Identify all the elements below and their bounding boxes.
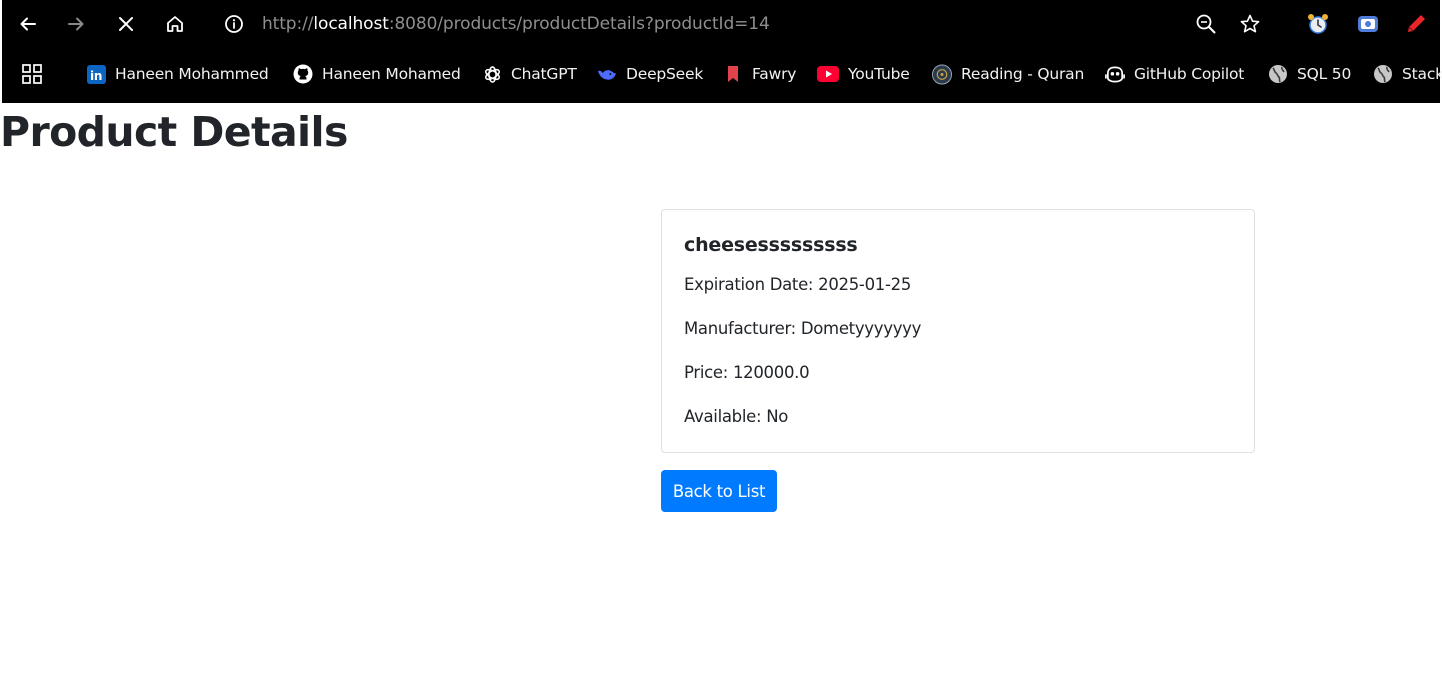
url-path: :8080/products/productDetails?productId=… (388, 14, 770, 34)
zoom-button[interactable] (1190, 8, 1222, 40)
url-scheme: http:// (262, 14, 314, 34)
bookmark-star-icon (1240, 14, 1260, 33)
product-expiration-date: Expiration Date: 2025-01-25 (684, 275, 912, 294)
browser-chrome: http://localhost:8080/products/productDe… (0, 0, 1442, 103)
bookmark-youtube[interactable]: YouTube (817, 61, 910, 87)
bookmark-quran[interactable]: Reading - Quran (932, 61, 1084, 87)
forward-arrow-icon (68, 17, 84, 31)
bookmark-label: Fawry (752, 65, 797, 83)
extension-pen-icon (1408, 15, 1425, 32)
product-name: cheesesssssssss (684, 234, 858, 256)
deepseek-icon (597, 64, 617, 84)
address-bar[interactable]: http://localhost:8080/products/productDe… (262, 12, 770, 36)
bookmark-label: Stack (1402, 65, 1442, 83)
bookmark-sql50[interactable]: SQL 50 (1268, 61, 1351, 87)
zoom-icon (1196, 14, 1216, 34)
product-availability: Available: No (684, 407, 789, 426)
bookmark-fawry[interactable]: Fawry (723, 61, 796, 87)
globe-icon (1373, 64, 1393, 84)
bookmark-label: YouTube (848, 65, 910, 83)
stop-loading-button[interactable] (110, 8, 142, 40)
extension-pen-button[interactable] (1400, 8, 1432, 40)
apps-grid-button[interactable] (20, 62, 44, 86)
bookmark-chatgpt[interactable]: ChatGPT (482, 61, 577, 87)
bookmark-label: Haneen Mohamed (322, 65, 461, 83)
youtube-icon (817, 64, 839, 84)
back-button[interactable] (12, 8, 44, 40)
github-icon (293, 64, 313, 84)
back-arrow-icon (20, 17, 36, 31)
svg-text:in: in (90, 69, 102, 83)
home-button[interactable] (159, 8, 191, 40)
bookmark-stack[interactable]: Stack (1373, 61, 1442, 87)
bookmark-github[interactable]: Haneen Mohamed (293, 61, 461, 87)
product-price: Price: 120000.0 (684, 363, 810, 382)
copilot-icon (1105, 64, 1125, 84)
bookmark-label: ChatGPT (511, 65, 577, 83)
stop-loading-icon (119, 17, 133, 31)
site-info-button[interactable] (218, 8, 250, 40)
linkedin-icon: in (86, 64, 106, 84)
bookmark-star-button[interactable] (1234, 8, 1266, 40)
bookmark-label: SQL 50 (1297, 65, 1352, 83)
extension-screen-icon (1358, 16, 1378, 32)
site-info-icon (225, 15, 243, 33)
bookmark-copilot[interactable]: GitHub Copilot (1105, 61, 1244, 87)
bookmark-label: Reading - Quran (961, 65, 1085, 83)
bookmark-deepseek[interactable]: DeepSeek (597, 61, 703, 87)
quran-icon (932, 64, 952, 84)
apps-grid-icon (22, 64, 42, 84)
extension-alarm-button[interactable] (1302, 8, 1334, 40)
page-title: Product Details (0, 108, 348, 156)
product-card: cheesesssssssss Expiration Date: 2025-01… (661, 209, 1255, 453)
bookmark-linkedin[interactable]: in Haneen Mohammed (86, 61, 269, 87)
window-edge (0, 0, 2, 103)
forward-button[interactable] (60, 8, 92, 40)
extension-alarm-icon (1308, 14, 1328, 34)
extension-screen-button[interactable] (1352, 8, 1384, 40)
product-manufacturer: Manufacturer: Dometyyyyyyy (684, 319, 922, 338)
home-icon (167, 16, 183, 32)
fawry-bookmark-icon (723, 64, 743, 84)
bookmark-label: DeepSeek (626, 65, 704, 83)
chatgpt-icon (482, 64, 502, 84)
bookmark-label: GitHub Copilot (1134, 65, 1245, 83)
globe-icon (1268, 64, 1288, 84)
bookmark-label: Haneen Mohammed (115, 65, 269, 83)
url-host: localhost (313, 14, 389, 34)
back-to-list-button[interactable]: Back to List (661, 470, 777, 512)
